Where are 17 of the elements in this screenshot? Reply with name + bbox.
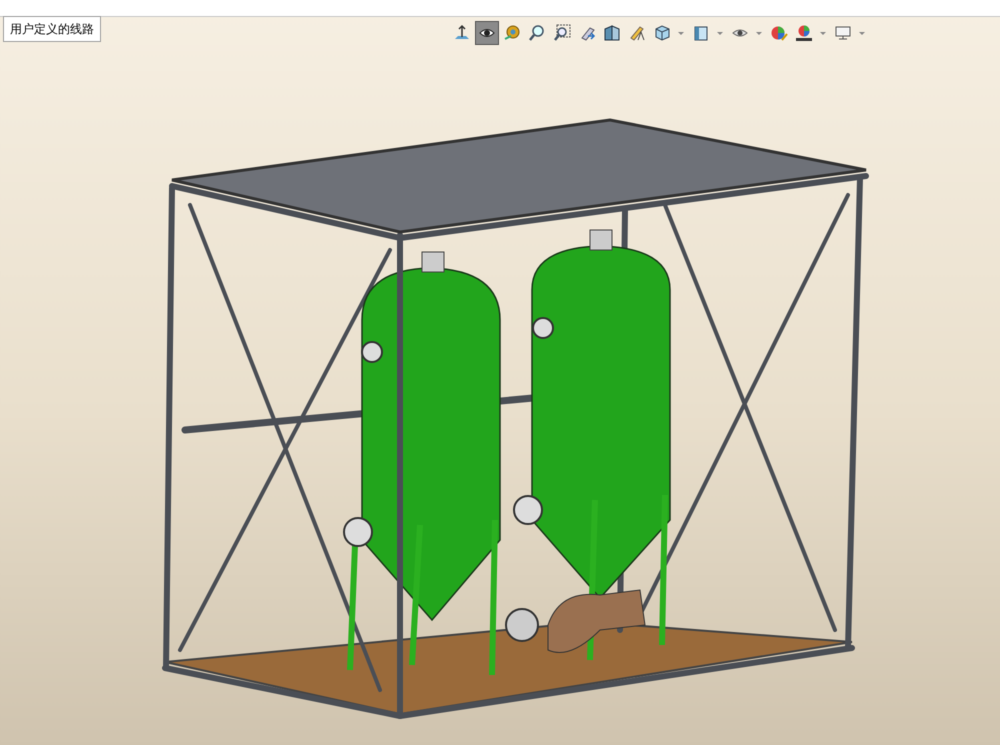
magnifier-icon (553, 24, 571, 42)
dropdown-caret-icon[interactable] (754, 30, 764, 36)
toolbar-button[interactable] (475, 21, 499, 45)
tape-icon (503, 24, 521, 42)
color-ball-icon (770, 24, 788, 42)
arrow-up-icon (453, 24, 471, 42)
magnifier-icon (528, 24, 546, 42)
dropdown-caret-icon[interactable] (818, 30, 828, 36)
dropdown-caret-icon[interactable] (857, 30, 867, 36)
view-tab[interactable]: 用户定义的线路 (3, 16, 101, 42)
monitor-icon (834, 24, 852, 42)
cube-icon (653, 24, 671, 42)
box-icon (692, 24, 710, 42)
section-icon (603, 24, 621, 42)
color-ball-icon (795, 24, 813, 42)
dropdown-caret-icon[interactable] (676, 30, 686, 36)
dropdown-caret-icon[interactable] (715, 30, 725, 36)
